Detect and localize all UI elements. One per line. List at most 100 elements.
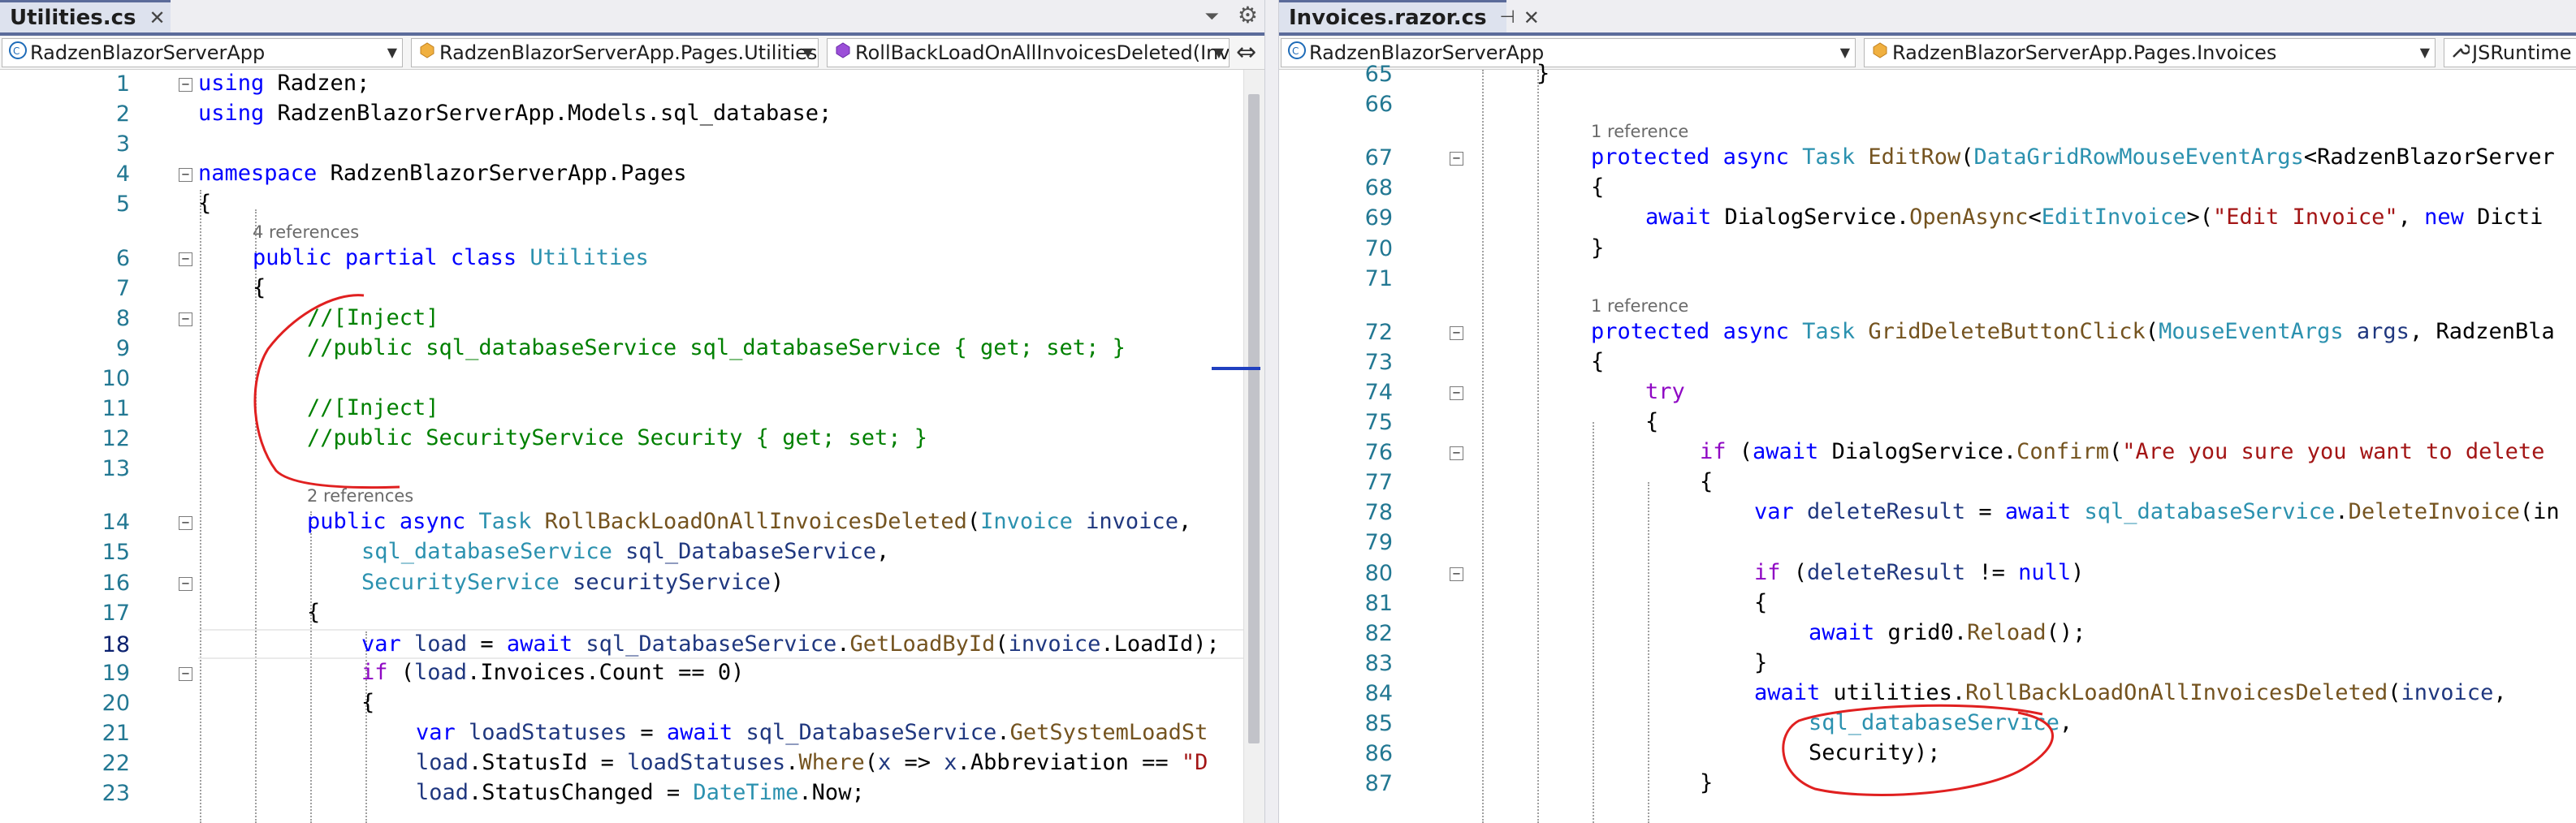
left-editor-pane: Utilities.cs ✕ ⏷ ⚙ C RadzenBlazorServerA… <box>0 0 1264 823</box>
code-line[interactable]: 81 { <box>1279 589 2576 619</box>
code-text: var deleteResult = await sql_databaseSer… <box>1754 499 2560 525</box>
code-line[interactable]: 1 − using Radzen; <box>0 70 1264 100</box>
code-line[interactable]: 13 <box>0 455 1264 485</box>
code-line[interactable]: 72 − protected async Task GridDeleteButton… <box>1279 318 2576 348</box>
code-line[interactable]: 75 { <box>1279 408 2576 438</box>
collapse-region-icon[interactable]: − <box>1450 325 1463 340</box>
line-number: 21 <box>102 721 130 746</box>
code-line[interactable]: 9 //public sql_databaseService sql_databa… <box>0 334 1264 364</box>
code-line[interactable]: 80 − if (deleteResult != null) <box>1279 559 2576 589</box>
code-text: { <box>198 191 212 217</box>
split-window-icon[interactable]: ⇔ <box>1236 38 1256 67</box>
collapse-region-icon[interactable]: − <box>179 666 192 681</box>
project-dropdown-label: RadzenBlazorServerApp <box>30 41 266 64</box>
code-line[interactable]: 77 { <box>1279 468 2576 498</box>
code-line[interactable]: 10 <box>0 364 1264 394</box>
tab-utilities-cs[interactable]: Utilities.cs ✕ <box>0 0 171 32</box>
code-line[interactable]: 5{ <box>0 190 1264 220</box>
code-text: await grid0.Reload(); <box>1809 619 2086 645</box>
code-line[interactable]: 69 await DialogService.OpenAsync<EditInvo… <box>1279 204 2576 234</box>
vertical-scrollbar[interactable] <box>1212 70 1264 823</box>
code-text: } <box>1754 649 1768 675</box>
code-line[interactable]: 83} <box>1279 649 2576 679</box>
code-line[interactable]: 15 sql_databaseService sql_DatabaseServic… <box>0 538 1264 568</box>
line-number: 65 <box>1364 62 1393 87</box>
codelens-reference-count[interactable]: 1 reference <box>1591 122 1688 141</box>
left-navigation-bar: C RadzenBlazorServerApp ▼ RadzenBlazorSe… <box>0 36 1264 70</box>
code-line[interactable]: 22 load.StatusId = loadStatuses.Where(x =… <box>0 749 1264 779</box>
pin-icon[interactable]: ⊣ <box>1500 7 1515 28</box>
code-line[interactable]: 82 await grid0.Reload(); <box>1279 619 2576 649</box>
code-line[interactable]: 71 <box>1279 265 2576 295</box>
collapse-region-icon[interactable]: − <box>179 252 192 266</box>
close-icon[interactable]: ✕ <box>149 6 166 29</box>
line-number: 81 <box>1364 590 1393 616</box>
type-dropdown[interactable]: RadzenBlazorServerApp.Pages.Utilities ▼ <box>411 38 819 67</box>
code-text: var load = await sql_DatabaseService.Get… <box>361 631 1220 657</box>
code-line[interactable]: 2 using RadzenBlazorServerApp.Models.sql_… <box>0 100 1264 130</box>
line-number: 74 <box>1364 379 1393 405</box>
code-line[interactable]: 20 { <box>0 689 1264 719</box>
collapse-region-icon[interactable]: − <box>179 576 192 591</box>
code-line[interactable]: 68 { <box>1279 174 2576 204</box>
collapse-region-icon[interactable]: − <box>1450 152 1463 166</box>
code-text: } <box>1537 61 1550 86</box>
code-line[interactable]: 21 var loadStatuses = await sql_DatabaseS… <box>0 719 1264 749</box>
code-line[interactable]: 74 − try <box>1279 378 2576 408</box>
close-icon[interactable]: ✕ <box>1524 6 1540 29</box>
code-line[interactable]: 67 − protected async Task EditRow(DataGrid… <box>1279 144 2576 174</box>
code-line[interactable]: 78 var deleteResult = await sql_databaseS… <box>1279 498 2576 528</box>
code-line[interactable]: 65} <box>1279 60 2576 90</box>
code-line[interactable]: 8−//[Inject] <box>0 304 1264 334</box>
code-line[interactable]: 79 <box>1279 528 2576 558</box>
left-code-editor[interactable]: 1− using Radzen; 2 using RadzenBlazorServer… <box>0 70 1264 823</box>
code-line[interactable]: 7{ <box>0 274 1264 304</box>
tab-list-dropdown-icon[interactable]: ⏷ <box>1204 6 1219 27</box>
line-number: 80 <box>1364 560 1393 586</box>
settings-gear-icon[interactable]: ⚙ <box>1238 2 1258 28</box>
code-line[interactable]: 16 − SecurityService securityService) <box>0 569 1264 599</box>
code-line[interactable]: 6 − public partial class Utilities <box>0 244 1264 274</box>
line-number: 11 <box>102 396 130 421</box>
code-line[interactable]: 19 − if (load.Invoices.Count == 0) <box>0 659 1264 689</box>
line-number: 5 <box>115 192 130 218</box>
collapse-region-icon[interactable]: − <box>1450 386 1463 400</box>
code-line[interactable]: 14 − public async Task RollBackLoadOnAllIn… <box>0 508 1264 538</box>
code-text: { <box>1591 175 1605 200</box>
codelens-reference-count[interactable]: 1 reference <box>1591 296 1688 316</box>
line-number: 71 <box>1364 265 1393 291</box>
collapse-region-icon[interactable]: − <box>1450 567 1463 581</box>
collapse-region-icon[interactable]: − <box>179 516 192 531</box>
scrollbar-thumb[interactable] <box>1248 94 1260 743</box>
project-dropdown[interactable]: C RadzenBlazorServerApp ▼ <box>2 38 403 67</box>
line-number: 20 <box>102 690 130 716</box>
line-number: 66 <box>1364 92 1393 118</box>
code-text: public partial class Utilities <box>253 244 649 270</box>
line-number: 9 <box>115 335 130 361</box>
collapse-region-icon[interactable]: − <box>179 168 192 183</box>
code-line[interactable]: 11//[Inject] <box>0 394 1264 424</box>
code-line[interactable]: 23 load.StatusChanged = DateTime.Now; <box>0 779 1264 809</box>
code-text: if (await DialogService.Confirm("Are you… <box>1700 439 2545 465</box>
collapse-region-icon[interactable]: − <box>1450 446 1463 461</box>
codelens-reference-count[interactable]: 4 references <box>253 222 359 242</box>
code-line[interactable]: 17 { <box>0 599 1264 629</box>
code-text: { <box>1754 589 1768 615</box>
code-line[interactable]: 76 − if (await DialogService.Confirm("Are … <box>1279 438 2576 468</box>
member-dropdown[interactable]: RollBackLoadOnAllInvoicesDeleted(Invoic … <box>827 38 1230 67</box>
code-line[interactable]: 12//public SecurityService Security { ge… <box>0 424 1264 455</box>
collapse-region-icon[interactable]: − <box>179 312 192 326</box>
code-line[interactable]: 3 <box>0 130 1264 160</box>
pane-splitter[interactable] <box>1264 0 1279 823</box>
line-number: 1 <box>115 71 130 97</box>
red-annotation-ellipse <box>1782 704 2054 796</box>
code-line[interactable]: 73 { <box>1279 348 2576 378</box>
code-line[interactable]: 4 − namespace RadzenBlazorServerApp.Pages <box>0 160 1264 190</box>
tab-invoices-razor-cs[interactable]: Invoices.razor.cs ⊣ ✕ <box>1279 0 1540 32</box>
code-text: load.StatusChanged = DateTime.Now; <box>416 780 865 806</box>
code-line[interactable]: 70} <box>1279 235 2576 265</box>
code-line[interactable]: 66 <box>1279 90 2576 120</box>
collapse-region-icon[interactable]: − <box>179 78 192 92</box>
code-line[interactable]: 18 var load = await sql_DatabaseService.G… <box>102 628 1243 659</box>
line-number: 15 <box>102 540 130 566</box>
